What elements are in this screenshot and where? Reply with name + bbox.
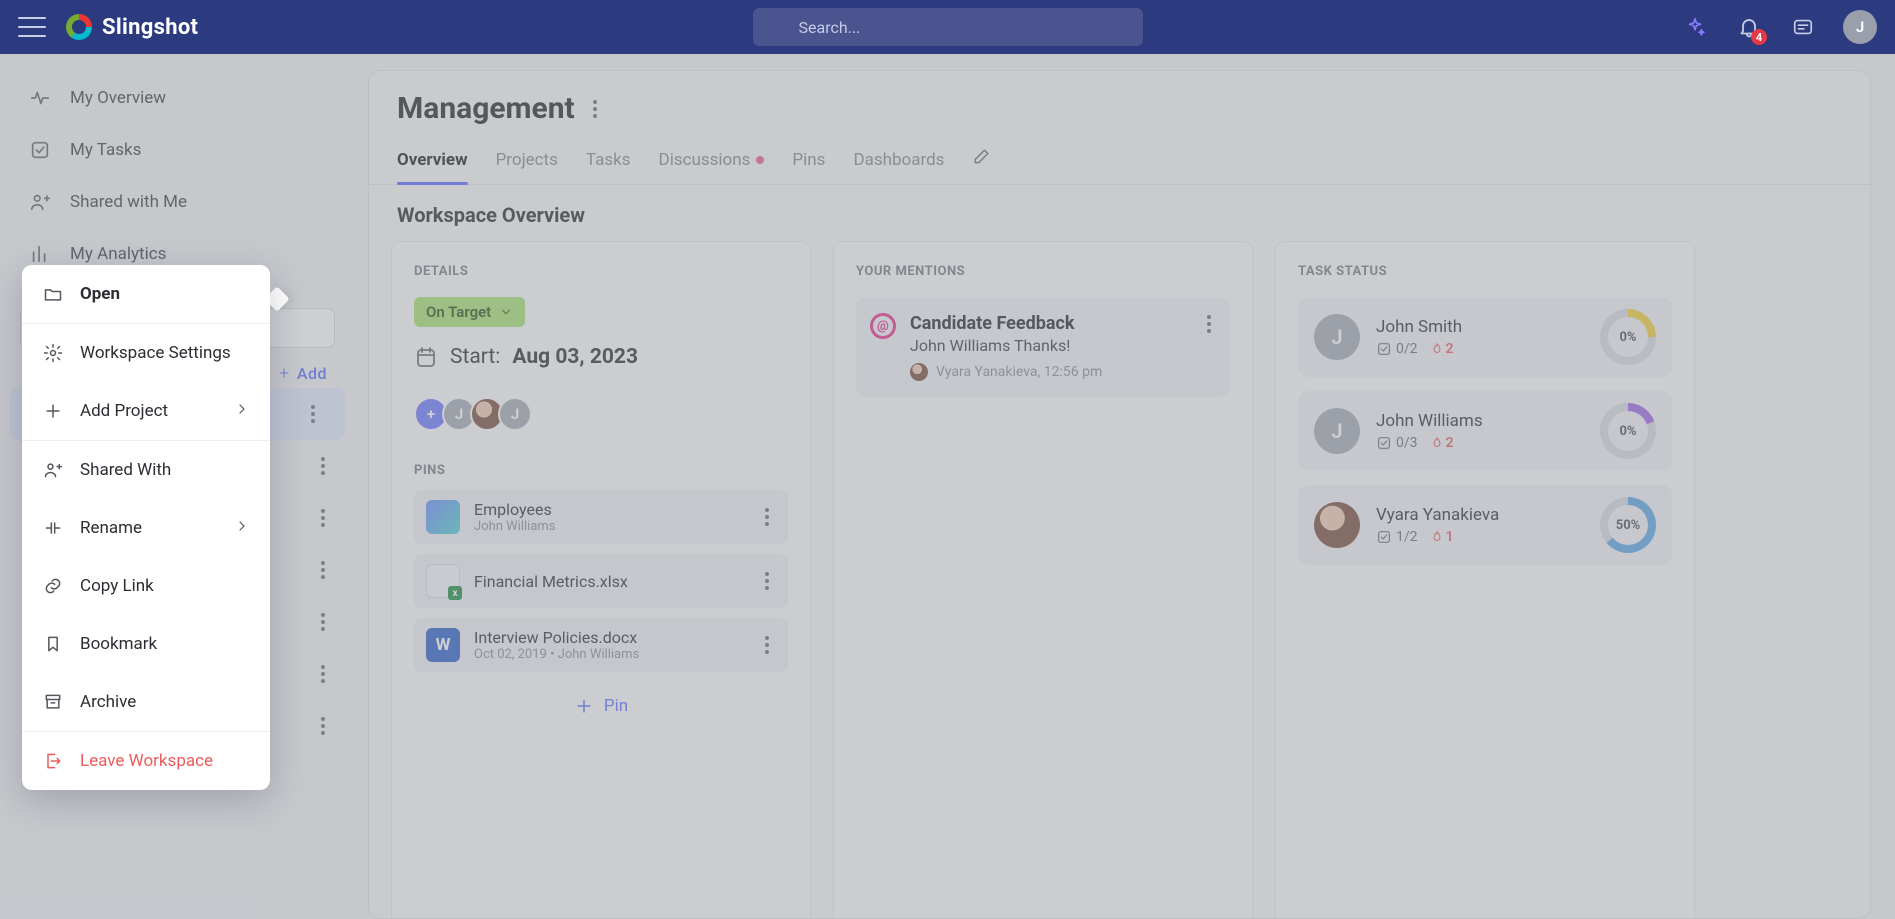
- menu-label: Copy Link: [80, 576, 154, 596]
- menu-open[interactable]: Open: [22, 265, 270, 323]
- menu-label: Leave Workspace: [80, 751, 213, 771]
- notifications-button[interactable]: 4: [1735, 13, 1763, 41]
- bookmark-icon: [42, 633, 64, 655]
- workspace-context-menu: Open Workspace Settings Add Project Shar…: [22, 265, 270, 790]
- sparkle-icon: [1684, 16, 1706, 38]
- archive-icon: [42, 691, 64, 713]
- topbar-actions: 4 J: [1681, 10, 1877, 44]
- leave-icon: [42, 750, 64, 772]
- app-name: Slingshot: [102, 15, 198, 40]
- menu-shared-with[interactable]: Shared With: [22, 441, 270, 499]
- gear-icon: [42, 342, 64, 364]
- menu-label: Workspace Settings: [80, 343, 231, 363]
- chevron-right-icon: [234, 518, 250, 539]
- menu-add-project[interactable]: Add Project: [22, 382, 270, 440]
- menu-label: Add Project: [80, 401, 168, 421]
- menu-rename[interactable]: Rename: [22, 499, 270, 557]
- rename-icon: [42, 517, 64, 539]
- notification-badge: 4: [1751, 29, 1767, 45]
- menu-label: Rename: [80, 518, 142, 538]
- menu-leave-workspace[interactable]: Leave Workspace: [22, 732, 270, 790]
- menu-archive[interactable]: Archive: [22, 673, 270, 731]
- menu-copy-link[interactable]: Copy Link: [22, 557, 270, 615]
- global-search[interactable]: [753, 8, 1143, 46]
- menu-workspace-settings[interactable]: Workspace Settings: [22, 324, 270, 382]
- search-icon: [767, 17, 787, 37]
- modal-scrim[interactable]: [0, 54, 1895, 919]
- messages-button[interactable]: [1789, 13, 1817, 41]
- folder-open-icon: [42, 283, 64, 305]
- link-icon: [42, 575, 64, 597]
- hamburger-menu[interactable]: [18, 17, 46, 37]
- shared-icon: [42, 459, 64, 481]
- menu-label: Shared With: [80, 460, 171, 480]
- search-input[interactable]: [799, 18, 1129, 37]
- logo-mark-icon: [66, 14, 92, 40]
- sparkle-button[interactable]: [1681, 13, 1709, 41]
- menu-label: Archive: [80, 692, 136, 712]
- message-icon: [1792, 16, 1814, 38]
- user-avatar[interactable]: J: [1843, 10, 1877, 44]
- app-logo[interactable]: Slingshot: [66, 14, 198, 40]
- chevron-right-icon: [234, 401, 250, 422]
- menu-label: Bookmark: [80, 634, 157, 654]
- top-bar: Slingshot 4 J: [0, 0, 1895, 54]
- menu-bookmark[interactable]: Bookmark: [22, 615, 270, 673]
- menu-label: Open: [80, 284, 120, 304]
- plus-icon: [42, 400, 64, 422]
